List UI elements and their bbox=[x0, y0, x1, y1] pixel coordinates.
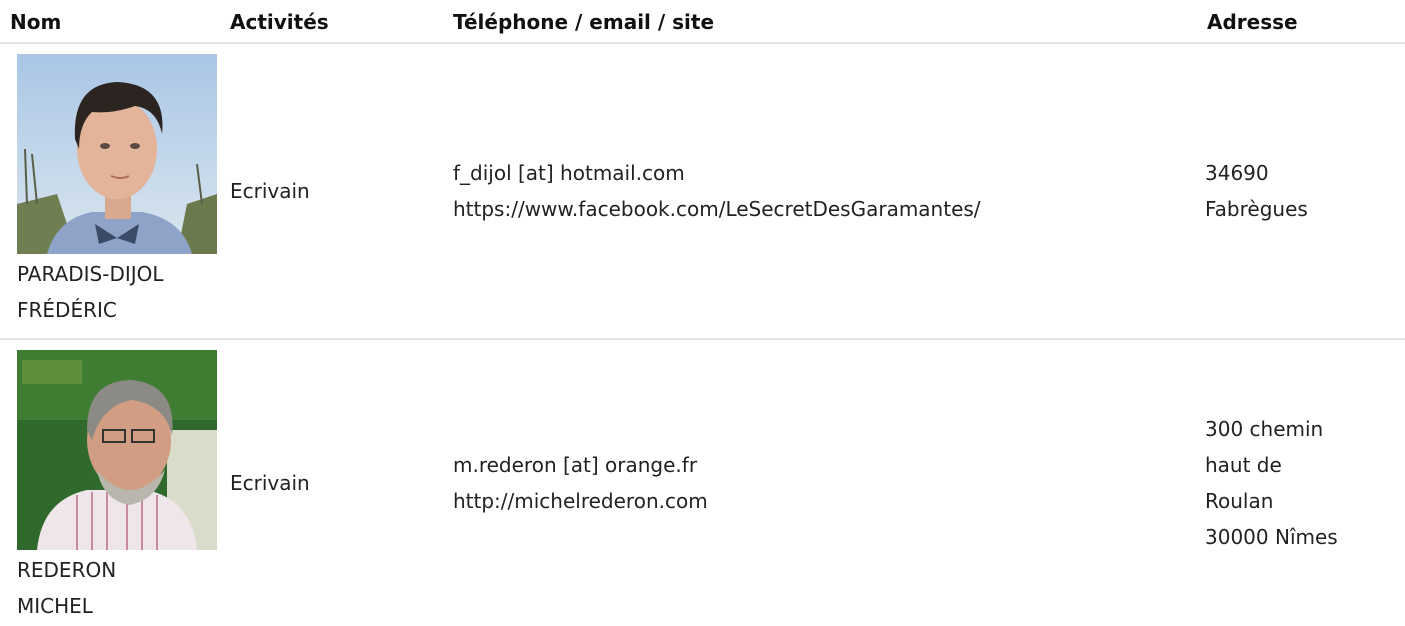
header-activites: Activités bbox=[220, 0, 443, 44]
contact-cell: f_dijol [at] hotmail.com https://www.fac… bbox=[443, 43, 1197, 340]
website-link[interactable]: http://michelrederon.com bbox=[453, 483, 1197, 519]
address-line: Roulan bbox=[1205, 489, 1274, 513]
header-adresse: Adresse bbox=[1197, 0, 1405, 44]
website-link[interactable]: https://www.facebook.com/LeSecretDesGara… bbox=[453, 191, 1197, 227]
email-text: m.rederon [at] orange.fr bbox=[453, 453, 698, 477]
author-directory-table: Nom Activités Téléphone / email / site A… bbox=[0, 0, 1405, 626]
activity-cell: Ecrivain bbox=[220, 43, 443, 340]
address-cell: 34690 Fabrègues bbox=[1197, 43, 1405, 340]
table-row: REDERON MICHEL Ecrivain m.rederon [at] o… bbox=[0, 339, 1405, 626]
author-name-line: REDERON bbox=[17, 558, 117, 582]
address-line: haut de bbox=[1205, 453, 1282, 477]
portrait-photo-1 bbox=[17, 54, 217, 254]
address-cell: 300 chemin haut de Roulan 30000 Nîmes bbox=[1197, 339, 1405, 626]
contact-cell: m.rederon [at] orange.fr http://michelre… bbox=[443, 339, 1197, 626]
header-contact: Téléphone / email / site bbox=[443, 0, 1197, 44]
name-cell: PARADIS-DIJOL FRÉDÉRIC bbox=[0, 43, 220, 340]
table-header-row: Nom Activités Téléphone / email / site A… bbox=[0, 0, 1405, 44]
author-name-line: PARADIS-DIJOL bbox=[17, 262, 164, 286]
address-line: 34690 bbox=[1205, 161, 1269, 185]
address-line: 300 chemin bbox=[1205, 417, 1324, 441]
email-text: f_dijol [at] hotmail.com bbox=[453, 161, 685, 185]
header-nom: Nom bbox=[0, 0, 220, 44]
address-line: 30000 Nîmes bbox=[1205, 525, 1338, 549]
author-name-line: FRÉDÉRIC bbox=[17, 298, 117, 322]
name-cell: REDERON MICHEL bbox=[0, 339, 220, 626]
portrait-photo-2 bbox=[17, 350, 217, 550]
table-row: PARADIS-DIJOL FRÉDÉRIC Ecrivain f_dijol … bbox=[0, 43, 1405, 340]
author-name-line: MICHEL bbox=[17, 594, 93, 618]
address-line: Fabrègues bbox=[1205, 197, 1308, 221]
activity-cell: Ecrivain bbox=[230, 471, 310, 495]
